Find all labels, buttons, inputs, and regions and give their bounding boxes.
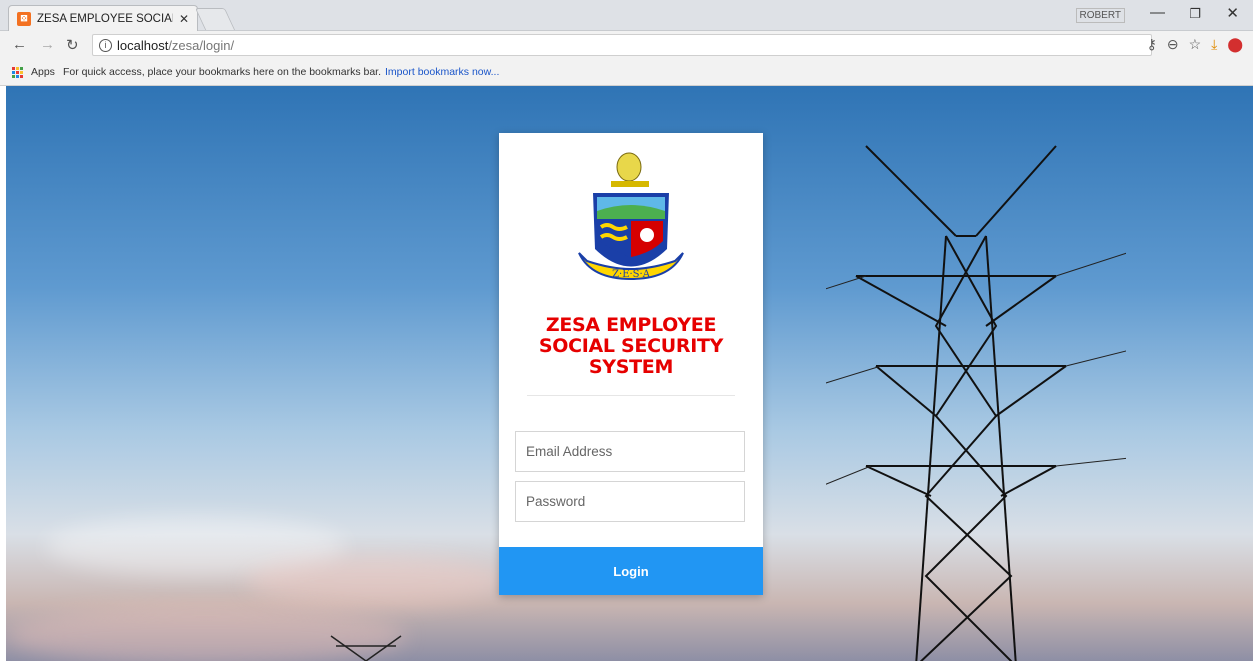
star-icon[interactable]: ☆ <box>1189 36 1202 53</box>
browser-toolbar: ← → ↻ i localhost/zesa/login/ ⚷ ⊖ ☆ ⤓ ⬤ <box>0 31 1253 59</box>
download-icon[interactable]: ⤓ <box>1211 36 1217 53</box>
system-title-line-3: SYSTEM <box>588 356 674 378</box>
zoom-icon[interactable]: ⊖ <box>1167 36 1179 53</box>
bookmarks-bar: Apps For quick access, place your bookma… <box>0 59 1253 86</box>
back-arrow-icon[interactable]: ← <box>12 36 27 53</box>
xampp-favicon-icon: ⊠ <box>17 11 31 26</box>
key-icon[interactable]: ⚷ <box>1147 36 1157 53</box>
apps-link[interactable]: Apps <box>31 66 55 78</box>
login-card: Z·E·S·A ZESA EMPLOYEE SOCIAL SECURITY SY… <box>499 133 763 595</box>
distant-pylon-image <box>330 635 402 661</box>
close-window-icon[interactable]: ✕ <box>1226 4 1239 22</box>
forward-arrow-icon[interactable]: → <box>40 36 55 53</box>
reload-icon[interactable]: ↻ <box>66 36 79 54</box>
minimize-icon[interactable]: — <box>1150 4 1165 21</box>
new-tab-button[interactable] <box>194 8 236 30</box>
browser-tab[interactable]: ⊠ ZESA EMPLOYEE SOCIAL ✕ <box>8 5 198 31</box>
login-button[interactable]: Login <box>499 547 763 595</box>
bookmarks-hint: For quick access, place your bookmarks h… <box>62 66 382 78</box>
profile-button[interactable]: ROBERT <box>1075 8 1125 23</box>
import-bookmarks-link[interactable]: Import bookmarks now... <box>385 66 499 78</box>
password-field[interactable] <box>515 481 745 522</box>
power-pylon-image <box>826 145 1126 661</box>
email-field[interactable] <box>515 431 745 472</box>
system-title-line-1: ZESA EMPLOYEE <box>545 314 717 336</box>
extension-icon[interactable]: ⬤ <box>1227 36 1243 53</box>
close-tab-icon[interactable]: ✕ <box>179 12 189 26</box>
url-path: /zesa/login/ <box>168 37 235 53</box>
system-title: ZESA EMPLOYEE SOCIAL SECURITY SYSTEM <box>499 315 763 378</box>
zesa-crest-logo: Z·E·S·A <box>578 152 684 281</box>
crest-motto: Z·E·S·A <box>612 269 651 280</box>
page-background: Z·E·S·A ZESA EMPLOYEE SOCIAL SECURITY SY… <box>6 86 1253 661</box>
address-bar[interactable]: i localhost/zesa/login/ <box>92 34 1152 56</box>
apps-grid-icon[interactable] <box>12 66 23 78</box>
restore-icon[interactable]: ❐ <box>1189 6 1201 22</box>
url-host: localhost <box>117 37 169 53</box>
system-title-line-2: SOCIAL SECURITY <box>538 335 724 357</box>
title-divider <box>527 395 735 396</box>
info-icon[interactable]: i <box>99 38 112 52</box>
tab-title: ZESA EMPLOYEE SOCIAL <box>37 12 173 25</box>
browser-tab-strip: ⊠ ZESA EMPLOYEE SOCIAL ✕ ROBERT — ❐ ✕ <box>0 0 1253 31</box>
